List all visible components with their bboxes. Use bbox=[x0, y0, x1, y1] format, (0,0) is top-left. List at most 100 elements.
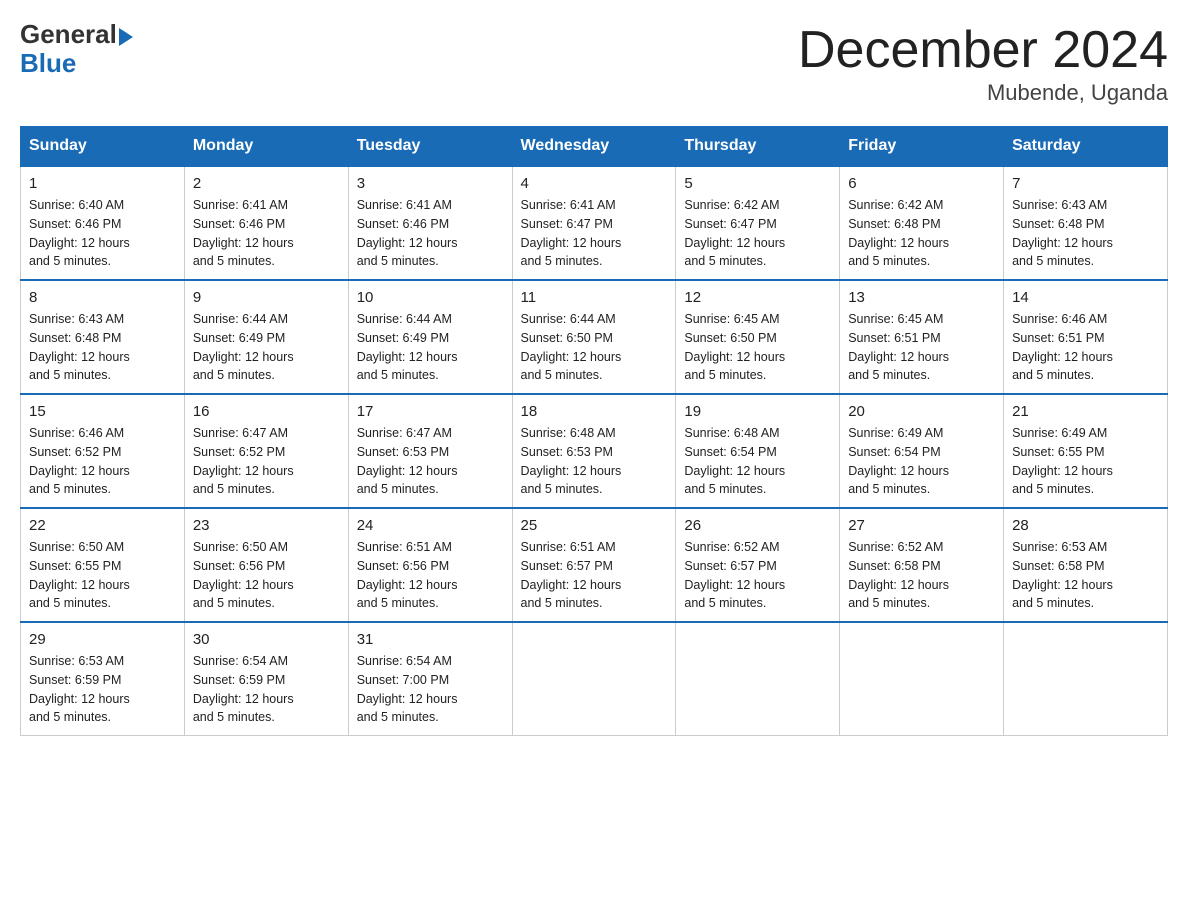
calendar-cell: 10 Sunrise: 6:44 AM Sunset: 6:49 PM Dayl… bbox=[348, 280, 512, 394]
day-number: 27 bbox=[848, 517, 995, 534]
day-number: 21 bbox=[1012, 403, 1159, 420]
day-info: Sunrise: 6:53 AM Sunset: 6:58 PM Dayligh… bbox=[1012, 538, 1159, 613]
day-info: Sunrise: 6:42 AM Sunset: 6:48 PM Dayligh… bbox=[848, 196, 995, 271]
calendar-cell: 11 Sunrise: 6:44 AM Sunset: 6:50 PM Dayl… bbox=[512, 280, 676, 394]
day-info: Sunrise: 6:54 AM Sunset: 7:00 PM Dayligh… bbox=[357, 652, 504, 727]
month-title: December 2024 bbox=[798, 20, 1168, 80]
page-header: General Blue December 2024 Mubende, Ugan… bbox=[20, 20, 1168, 106]
day-info: Sunrise: 6:47 AM Sunset: 6:53 PM Dayligh… bbox=[357, 424, 504, 499]
col-friday: Friday bbox=[840, 127, 1004, 167]
calendar-cell: 30 Sunrise: 6:54 AM Sunset: 6:59 PM Dayl… bbox=[184, 622, 348, 736]
calendar-cell: 25 Sunrise: 6:51 AM Sunset: 6:57 PM Dayl… bbox=[512, 508, 676, 622]
col-thursday: Thursday bbox=[676, 127, 840, 167]
calendar-cell: 2 Sunrise: 6:41 AM Sunset: 6:46 PM Dayli… bbox=[184, 166, 348, 280]
week-row-3: 15 Sunrise: 6:46 AM Sunset: 6:52 PM Dayl… bbox=[21, 394, 1168, 508]
calendar-cell: 14 Sunrise: 6:46 AM Sunset: 6:51 PM Dayl… bbox=[1004, 280, 1168, 394]
col-sunday: Sunday bbox=[21, 127, 185, 167]
day-info: Sunrise: 6:49 AM Sunset: 6:54 PM Dayligh… bbox=[848, 424, 995, 499]
calendar-cell: 1 Sunrise: 6:40 AM Sunset: 6:46 PM Dayli… bbox=[21, 166, 185, 280]
day-info: Sunrise: 6:41 AM Sunset: 6:46 PM Dayligh… bbox=[357, 196, 504, 271]
day-info: Sunrise: 6:44 AM Sunset: 6:49 PM Dayligh… bbox=[193, 310, 340, 385]
calendar-cell: 4 Sunrise: 6:41 AM Sunset: 6:47 PM Dayli… bbox=[512, 166, 676, 280]
day-info: Sunrise: 6:42 AM Sunset: 6:47 PM Dayligh… bbox=[684, 196, 831, 271]
calendar-cell: 12 Sunrise: 6:45 AM Sunset: 6:50 PM Dayl… bbox=[676, 280, 840, 394]
calendar-cell bbox=[840, 622, 1004, 736]
calendar-header: Sunday Monday Tuesday Wednesday Thursday… bbox=[21, 127, 1168, 167]
day-info: Sunrise: 6:52 AM Sunset: 6:58 PM Dayligh… bbox=[848, 538, 995, 613]
day-number: 5 bbox=[684, 175, 831, 192]
calendar-cell: 28 Sunrise: 6:53 AM Sunset: 6:58 PM Dayl… bbox=[1004, 508, 1168, 622]
day-info: Sunrise: 6:49 AM Sunset: 6:55 PM Dayligh… bbox=[1012, 424, 1159, 499]
logo-triangle-icon bbox=[119, 28, 133, 46]
week-row-5: 29 Sunrise: 6:53 AM Sunset: 6:59 PM Dayl… bbox=[21, 622, 1168, 736]
day-info: Sunrise: 6:51 AM Sunset: 6:56 PM Dayligh… bbox=[357, 538, 504, 613]
week-row-2: 8 Sunrise: 6:43 AM Sunset: 6:48 PM Dayli… bbox=[21, 280, 1168, 394]
day-number: 19 bbox=[684, 403, 831, 420]
week-row-1: 1 Sunrise: 6:40 AM Sunset: 6:46 PM Dayli… bbox=[21, 166, 1168, 280]
day-number: 12 bbox=[684, 289, 831, 306]
day-info: Sunrise: 6:50 AM Sunset: 6:56 PM Dayligh… bbox=[193, 538, 340, 613]
day-info: Sunrise: 6:43 AM Sunset: 6:48 PM Dayligh… bbox=[1012, 196, 1159, 271]
calendar-cell: 9 Sunrise: 6:44 AM Sunset: 6:49 PM Dayli… bbox=[184, 280, 348, 394]
day-number: 3 bbox=[357, 175, 504, 192]
day-number: 7 bbox=[1012, 175, 1159, 192]
day-number: 25 bbox=[521, 517, 668, 534]
calendar-cell bbox=[676, 622, 840, 736]
logo-blue-text: Blue bbox=[20, 48, 76, 78]
day-number: 14 bbox=[1012, 289, 1159, 306]
calendar-cell: 17 Sunrise: 6:47 AM Sunset: 6:53 PM Dayl… bbox=[348, 394, 512, 508]
calendar-cell: 27 Sunrise: 6:52 AM Sunset: 6:58 PM Dayl… bbox=[840, 508, 1004, 622]
day-info: Sunrise: 6:43 AM Sunset: 6:48 PM Dayligh… bbox=[29, 310, 176, 385]
calendar-cell: 16 Sunrise: 6:47 AM Sunset: 6:52 PM Dayl… bbox=[184, 394, 348, 508]
calendar-table: Sunday Monday Tuesday Wednesday Thursday… bbox=[20, 126, 1168, 736]
day-number: 29 bbox=[29, 631, 176, 648]
day-number: 30 bbox=[193, 631, 340, 648]
day-number: 18 bbox=[521, 403, 668, 420]
logo: General Blue bbox=[20, 20, 133, 77]
location-subtitle: Mubende, Uganda bbox=[798, 80, 1168, 106]
calendar-cell: 20 Sunrise: 6:49 AM Sunset: 6:54 PM Dayl… bbox=[840, 394, 1004, 508]
day-info: Sunrise: 6:44 AM Sunset: 6:50 PM Dayligh… bbox=[521, 310, 668, 385]
day-number: 22 bbox=[29, 517, 176, 534]
day-number: 24 bbox=[357, 517, 504, 534]
day-info: Sunrise: 6:41 AM Sunset: 6:47 PM Dayligh… bbox=[521, 196, 668, 271]
calendar-cell: 29 Sunrise: 6:53 AM Sunset: 6:59 PM Dayl… bbox=[21, 622, 185, 736]
calendar-cell: 5 Sunrise: 6:42 AM Sunset: 6:47 PM Dayli… bbox=[676, 166, 840, 280]
title-section: December 2024 Mubende, Uganda bbox=[798, 20, 1168, 106]
day-number: 26 bbox=[684, 517, 831, 534]
calendar-cell bbox=[1004, 622, 1168, 736]
calendar-cell: 8 Sunrise: 6:43 AM Sunset: 6:48 PM Dayli… bbox=[21, 280, 185, 394]
calendar-cell: 3 Sunrise: 6:41 AM Sunset: 6:46 PM Dayli… bbox=[348, 166, 512, 280]
calendar-cell: 31 Sunrise: 6:54 AM Sunset: 7:00 PM Dayl… bbox=[348, 622, 512, 736]
header-row: Sunday Monday Tuesday Wednesday Thursday… bbox=[21, 127, 1168, 167]
calendar-cell: 24 Sunrise: 6:51 AM Sunset: 6:56 PM Dayl… bbox=[348, 508, 512, 622]
week-row-4: 22 Sunrise: 6:50 AM Sunset: 6:55 PM Dayl… bbox=[21, 508, 1168, 622]
day-number: 6 bbox=[848, 175, 995, 192]
calendar-cell: 19 Sunrise: 6:48 AM Sunset: 6:54 PM Dayl… bbox=[676, 394, 840, 508]
calendar-cell: 23 Sunrise: 6:50 AM Sunset: 6:56 PM Dayl… bbox=[184, 508, 348, 622]
day-info: Sunrise: 6:41 AM Sunset: 6:46 PM Dayligh… bbox=[193, 196, 340, 271]
day-number: 20 bbox=[848, 403, 995, 420]
day-info: Sunrise: 6:54 AM Sunset: 6:59 PM Dayligh… bbox=[193, 652, 340, 727]
day-number: 31 bbox=[357, 631, 504, 648]
day-number: 1 bbox=[29, 175, 176, 192]
calendar-cell: 18 Sunrise: 6:48 AM Sunset: 6:53 PM Dayl… bbox=[512, 394, 676, 508]
day-info: Sunrise: 6:45 AM Sunset: 6:51 PM Dayligh… bbox=[848, 310, 995, 385]
col-monday: Monday bbox=[184, 127, 348, 167]
day-info: Sunrise: 6:40 AM Sunset: 6:46 PM Dayligh… bbox=[29, 196, 176, 271]
day-number: 15 bbox=[29, 403, 176, 420]
day-number: 17 bbox=[357, 403, 504, 420]
calendar-cell: 26 Sunrise: 6:52 AM Sunset: 6:57 PM Dayl… bbox=[676, 508, 840, 622]
calendar-cell: 13 Sunrise: 6:45 AM Sunset: 6:51 PM Dayl… bbox=[840, 280, 1004, 394]
day-number: 9 bbox=[193, 289, 340, 306]
day-info: Sunrise: 6:47 AM Sunset: 6:52 PM Dayligh… bbox=[193, 424, 340, 499]
day-info: Sunrise: 6:48 AM Sunset: 6:54 PM Dayligh… bbox=[684, 424, 831, 499]
day-info: Sunrise: 6:50 AM Sunset: 6:55 PM Dayligh… bbox=[29, 538, 176, 613]
day-number: 28 bbox=[1012, 517, 1159, 534]
calendar-cell bbox=[512, 622, 676, 736]
day-info: Sunrise: 6:53 AM Sunset: 6:59 PM Dayligh… bbox=[29, 652, 176, 727]
day-number: 13 bbox=[848, 289, 995, 306]
calendar-cell: 15 Sunrise: 6:46 AM Sunset: 6:52 PM Dayl… bbox=[21, 394, 185, 508]
day-number: 10 bbox=[357, 289, 504, 306]
day-number: 8 bbox=[29, 289, 176, 306]
